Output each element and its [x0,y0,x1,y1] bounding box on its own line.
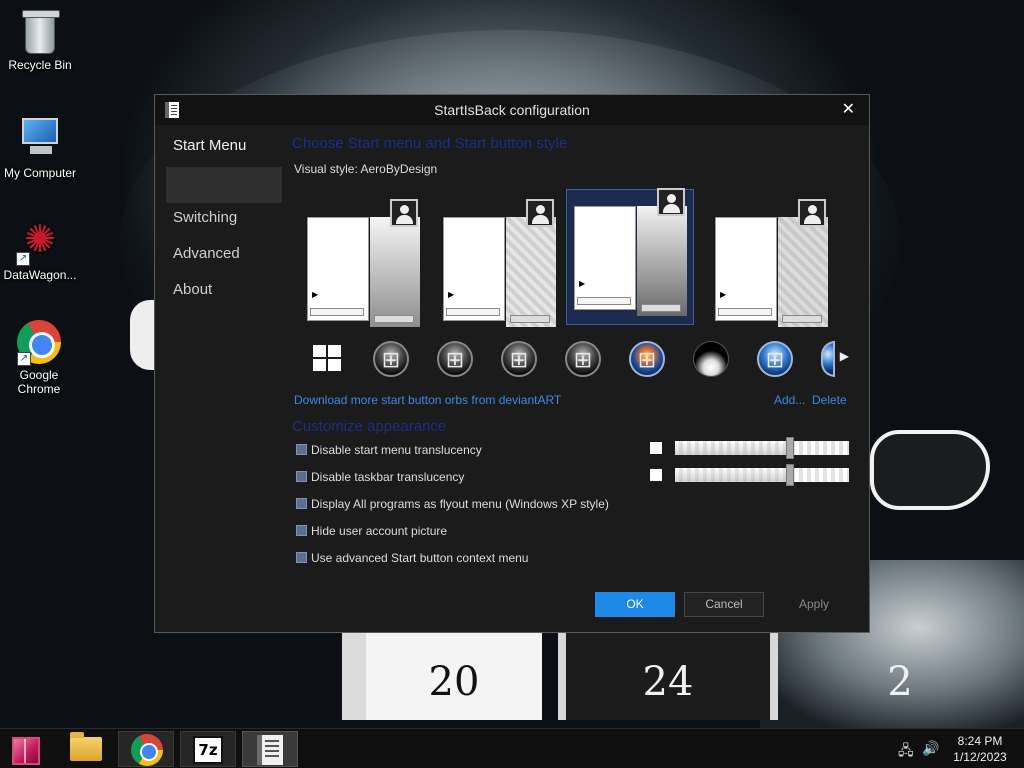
desktop-icon-my-computer[interactable]: My Computer [0,114,80,180]
orb-windows-7-dark[interactable] [373,341,409,377]
desktop-icon-datawagon[interactable]: ✺ ↗ DataWagon... [0,216,80,282]
taskbar-google-chrome[interactable] [118,731,174,767]
user-avatar-icon [526,199,554,227]
startisback-config-dialog: StartIsBack configuration ✕ Start Menu S… [154,94,870,633]
delete-orb-link[interactable]: Delete [812,393,847,407]
start-menu-style-2[interactable]: ▶ [440,199,558,327]
desktop-icon-recycle-bin[interactable]: Recycle Bin [0,8,80,72]
computer-icon [16,114,64,162]
option-disable-taskbar-translucency[interactable]: Disable taskbar translucency [296,470,464,486]
desktop-icon-label: DataWagon... [3,268,77,282]
desktop-icon-label: Google Chrome [17,368,61,396]
start-button[interactable] [4,731,48,767]
checkbox[interactable] [296,525,307,536]
option-advanced-context-menu[interactable]: Use advanced Start button context menu [296,551,528,567]
visual-style-line: Visual style: AeroByDesign [294,162,437,176]
start-menu-color-swatch[interactable] [650,442,662,454]
startisback-app-icon [257,735,283,765]
chrome-icon [131,734,163,766]
desktop-icon-label: Recycle Bin [8,58,72,72]
checkbox[interactable] [296,471,307,482]
apply-button[interactable]: Apply [774,592,854,617]
taskbar-7zip[interactable]: 7z [180,731,236,767]
slider-thumb[interactable] [786,464,794,486]
shortcut-arrow-icon: ↗ [17,352,31,366]
taskbar-color-swatch[interactable] [650,469,662,481]
wallpaper-tile-24: 24 [558,632,778,720]
wallpaper-cloud [870,430,990,510]
nav-selection-highlight [166,167,282,203]
checkbox[interactable] [296,552,307,563]
orb-windows-8[interactable] [313,345,343,373]
taskbar-file-explorer[interactable] [58,731,114,767]
start-orb-list: ▶ [305,339,849,379]
orb-windows-flag-dark-1[interactable] [437,341,473,377]
orbs-next-arrow-icon[interactable]: ▶ [840,349,849,363]
nav-item-advanced[interactable]: Advanced [166,239,284,275]
nav-item-switching[interactable]: Switching [166,203,284,239]
dialog-title: StartIsBack configuration [434,102,590,118]
shortcut-arrow-icon: ↗ [16,252,30,266]
orb-eclipse[interactable] [693,341,729,377]
add-orb-link[interactable]: Add... [774,393,805,407]
nav-item-start-menu[interactable]: Start Menu [166,131,284,167]
taskbar: 7z 🖧 🔊 8:24 PM 1/12/2023 [0,728,1024,768]
nav-item-about[interactable]: About [166,275,284,311]
start-menu-style-3[interactable]: ▶ [566,188,694,325]
checkbox[interactable] [296,444,307,455]
visual-style-label: Visual style: [294,162,358,176]
chrome-icon: ↗ [17,320,61,366]
taskbar-startisback-config[interactable] [242,731,298,767]
volume-icon[interactable]: 🔊 [922,740,939,757]
start-menu-style-4[interactable]: ▶ [712,199,830,327]
start-orb-icon [12,737,40,765]
clock-time: 8:24 PM [957,734,1003,748]
option-hide-user-picture[interactable]: Hide user account picture [296,524,447,540]
start-menu-style-list: ▶ ▶ ▶ ▶ [304,188,838,327]
slider-thumb[interactable] [786,437,794,459]
system-clock[interactable]: 8:24 PM 1/12/2023 [950,733,1010,765]
network-icon[interactable]: 🖧 [898,740,914,764]
style-section-heading: Choose Start menu and Start button style [292,135,568,152]
7zip-icon: 7z [193,736,223,764]
download-orbs-link[interactable]: Download more start button orbs from dev… [294,393,561,407]
orb-partial[interactable] [821,341,835,377]
start-menu-translucency-slider[interactable] [675,437,849,459]
user-avatar-icon [657,188,685,216]
wallpaper-tile-20: 20 [342,632,542,720]
clock-date: 1/12/2023 [953,750,1007,764]
wallpaper-tile-2: 2 [887,659,913,705]
dialog-sidebar: Start Menu Switching Advanced About [166,131,284,311]
recycle-bin-icon [22,10,60,54]
checkbox[interactable] [296,498,307,509]
appearance-section-heading: Customize appearance [292,418,447,435]
start-menu-style-1[interactable]: ▶ [304,199,422,327]
visual-style-value[interactable]: AeroByDesign [360,162,437,176]
dialog-titlebar[interactable]: StartIsBack configuration ✕ [155,95,869,125]
taskbar-translucency-slider[interactable] [675,464,849,486]
user-avatar-icon [390,199,418,227]
orb-windows-7-blue[interactable] [757,341,793,377]
orb-windows-flag-dark-3[interactable] [565,341,601,377]
option-disable-start-menu-translucency[interactable]: Disable start menu translucency [296,443,482,459]
cancel-button[interactable]: Cancel [684,592,764,617]
desktop-icon-label: My Computer [3,166,77,180]
folder-icon [70,732,102,761]
orb-windows-vista[interactable] [629,341,665,377]
desktop-icon-google-chrome[interactable]: ↗ Google Chrome [0,320,78,396]
option-flyout-all-programs[interactable]: Display All programs as flyout menu (Win… [296,497,609,513]
datawagon-icon: ✺ ↗ [16,216,64,266]
orb-windows-flag-dark-2[interactable] [501,341,537,377]
close-button[interactable]: ✕ [842,99,855,119]
ok-button[interactable]: OK [595,592,675,617]
user-avatar-icon [798,199,826,227]
